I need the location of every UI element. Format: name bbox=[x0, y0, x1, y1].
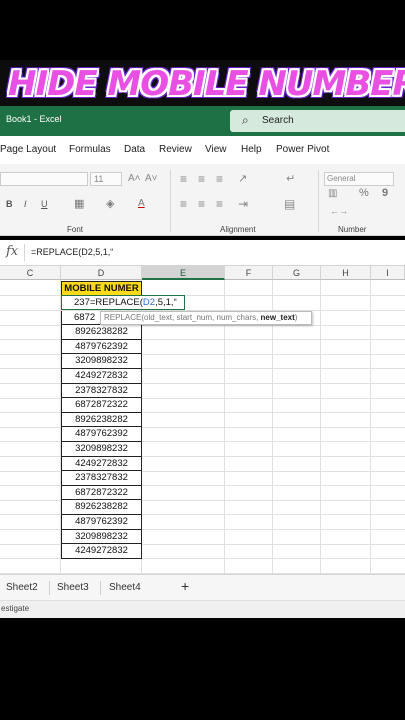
fill-color-icon[interactable]: ◈ bbox=[106, 197, 114, 210]
table-row[interactable]: 4249272832 bbox=[61, 544, 142, 559]
search-box[interactable]: ⌕ Search bbox=[230, 110, 405, 132]
underline-button[interactable]: U bbox=[41, 199, 48, 209]
shrink-font-button[interactable]: A˅ bbox=[145, 173, 158, 184]
borders-icon[interactable]: ▦ bbox=[74, 197, 84, 210]
tooltip-current-arg: new_text bbox=[260, 313, 295, 322]
tab-data[interactable]: Data bbox=[124, 144, 145, 155]
sheet-tab-bar: Sheet2 Sheet3 Sheet4 + bbox=[0, 574, 405, 600]
align-left-icon[interactable]: ≡ bbox=[180, 197, 187, 211]
number-group-label: Number bbox=[338, 225, 367, 234]
grow-font-button[interactable]: A˄ bbox=[128, 173, 141, 184]
table-row[interactable]: 2378327832 bbox=[61, 471, 142, 486]
ribbon-separator bbox=[170, 170, 171, 232]
table-row[interactable]: 3209898232 bbox=[61, 442, 142, 457]
number-format-value: General bbox=[327, 174, 356, 183]
bold-button[interactable]: B bbox=[6, 199, 13, 209]
title-bar: Book1 - Excel ⌕ Search bbox=[0, 106, 405, 136]
tab-help[interactable]: Help bbox=[241, 144, 262, 155]
column-header-g[interactable]: G bbox=[273, 266, 321, 280]
font-color-button[interactable]: A bbox=[138, 198, 145, 209]
search-label: Search bbox=[262, 115, 294, 126]
fx-icon[interactable]: fx bbox=[6, 244, 18, 259]
add-sheet-button[interactable]: + bbox=[181, 578, 189, 594]
align-bottom-icon[interactable]: ≡ bbox=[216, 172, 223, 186]
tab-formulas[interactable]: Formulas bbox=[69, 144, 111, 155]
header-cell-mobile-number[interactable]: MOBILE NUMER bbox=[61, 281, 142, 296]
table-row[interactable]: 6872872322 bbox=[61, 485, 142, 501]
status-bar: estigate bbox=[0, 600, 405, 618]
table-row[interactable]: 4879762392 bbox=[61, 515, 142, 530]
edit-cell-prefix: 237 bbox=[74, 297, 90, 308]
table-row[interactable]: 8926238282 bbox=[61, 325, 142, 340]
function-tooltip[interactable]: REPLACE(old_text, start_num, num_chars, … bbox=[100, 311, 312, 325]
number-format-select[interactable]: General bbox=[324, 172, 394, 186]
table-row[interactable]: 4249272832 bbox=[61, 369, 142, 384]
banner-title: HIDE MOBILE NUMBER bbox=[8, 64, 405, 104]
edit-cell-args: ,5,1,“ bbox=[155, 297, 177, 308]
tab-view[interactable]: View bbox=[205, 144, 227, 155]
ribbon: 11 A˄ A˅ B I U ▦ ◈ A Font ≡ ≡ ≡ ↗ ↵ ≡ ≡ … bbox=[0, 164, 405, 236]
italic-button[interactable]: I bbox=[24, 199, 27, 209]
indent-icon[interactable]: ⇥ bbox=[238, 197, 248, 211]
edit-cell-function: =REPLACE( bbox=[89, 297, 143, 308]
tab-power-pivot[interactable]: Power Pivot bbox=[276, 144, 329, 155]
decimal-icon[interactable]: ←→ bbox=[330, 206, 348, 216]
formula-divider bbox=[24, 244, 25, 261]
formula-input[interactable]: =REPLACE(D2,5,1,“ bbox=[31, 247, 113, 257]
column-header-d[interactable]: D bbox=[61, 266, 142, 280]
align-right-icon[interactable]: ≡ bbox=[216, 197, 223, 211]
column-header-h[interactable]: H bbox=[321, 266, 371, 280]
tab-page-layout[interactable]: Page Layout bbox=[0, 144, 56, 155]
table-row[interactable]: 6872872322 bbox=[61, 398, 142, 413]
tooltip-args: REPLACE(old_text, start_num, num_chars, bbox=[104, 313, 261, 322]
active-cell-editor[interactable]: 237=REPLACE(D2,5,1,“ bbox=[61, 295, 185, 310]
sheet-tab-sheet2[interactable]: Sheet2 bbox=[6, 582, 38, 593]
table-row[interactable]: 3209898232 bbox=[61, 529, 142, 545]
formula-bar: fx =REPLACE(D2,5,1,“ bbox=[0, 240, 405, 266]
sheet-tab-sheet3[interactable]: Sheet3 bbox=[57, 582, 89, 593]
align-center-icon[interactable]: ≡ bbox=[198, 197, 205, 211]
accounting-icon[interactable]: ▥ bbox=[328, 188, 337, 199]
tooltip-close-paren: ) bbox=[294, 313, 298, 322]
tab-separator bbox=[100, 581, 101, 595]
table-row[interactable]: 4879762392 bbox=[61, 427, 142, 442]
comma-button[interactable]: 9 bbox=[382, 187, 388, 199]
tab-review[interactable]: Review bbox=[159, 144, 192, 155]
font-name-select[interactable] bbox=[0, 172, 88, 186]
edit-cell-reference: D2 bbox=[142, 297, 156, 308]
status-text: estigate bbox=[1, 604, 30, 613]
wrap-text-icon[interactable]: ↵ bbox=[286, 172, 295, 185]
spreadsheet-grid[interactable]: C D E F G H I MOBILE NUMER 6872 89262382… bbox=[0, 266, 405, 574]
font-group-label: Font bbox=[67, 225, 84, 234]
column-header-e[interactable]: E bbox=[142, 266, 225, 280]
percent-button[interactable]: % bbox=[359, 187, 369, 199]
table-row[interactable]: 4879762392 bbox=[61, 339, 142, 355]
ribbon-tabs: Page Layout Formulas Data Review View He… bbox=[0, 136, 405, 164]
table-row[interactable]: 8926238282 bbox=[61, 412, 142, 428]
table-row[interactable]: 4249272832 bbox=[61, 456, 142, 472]
sheet-tab-sheet4[interactable]: Sheet4 bbox=[109, 582, 141, 593]
column-header-f[interactable]: F bbox=[225, 266, 273, 280]
column-header-i[interactable]: I bbox=[371, 266, 405, 280]
align-top-icon[interactable]: ≡ bbox=[180, 172, 187, 186]
table-row[interactable]: 2378327832 bbox=[61, 383, 142, 399]
alignment-group-label: Alignment bbox=[220, 225, 256, 234]
ribbon-separator bbox=[318, 170, 319, 232]
search-icon: ⌕ bbox=[242, 113, 249, 127]
font-size-value: 11 bbox=[94, 174, 104, 184]
tab-separator bbox=[49, 581, 50, 595]
font-size-select[interactable]: 11 bbox=[90, 172, 122, 186]
table-row[interactable]: 8926238282 bbox=[61, 500, 142, 515]
window-title: Book1 - Excel bbox=[6, 114, 62, 124]
video-title-banner: HIDE MOBILE NUMBER bbox=[0, 60, 405, 106]
column-header-c[interactable]: C bbox=[0, 266, 61, 280]
table-row[interactable]: 3209898232 bbox=[61, 354, 142, 369]
align-middle-icon[interactable]: ≡ bbox=[198, 172, 205, 186]
merge-icon[interactable]: ▤ bbox=[284, 197, 295, 211]
orientation-icon[interactable]: ↗ bbox=[238, 172, 247, 185]
